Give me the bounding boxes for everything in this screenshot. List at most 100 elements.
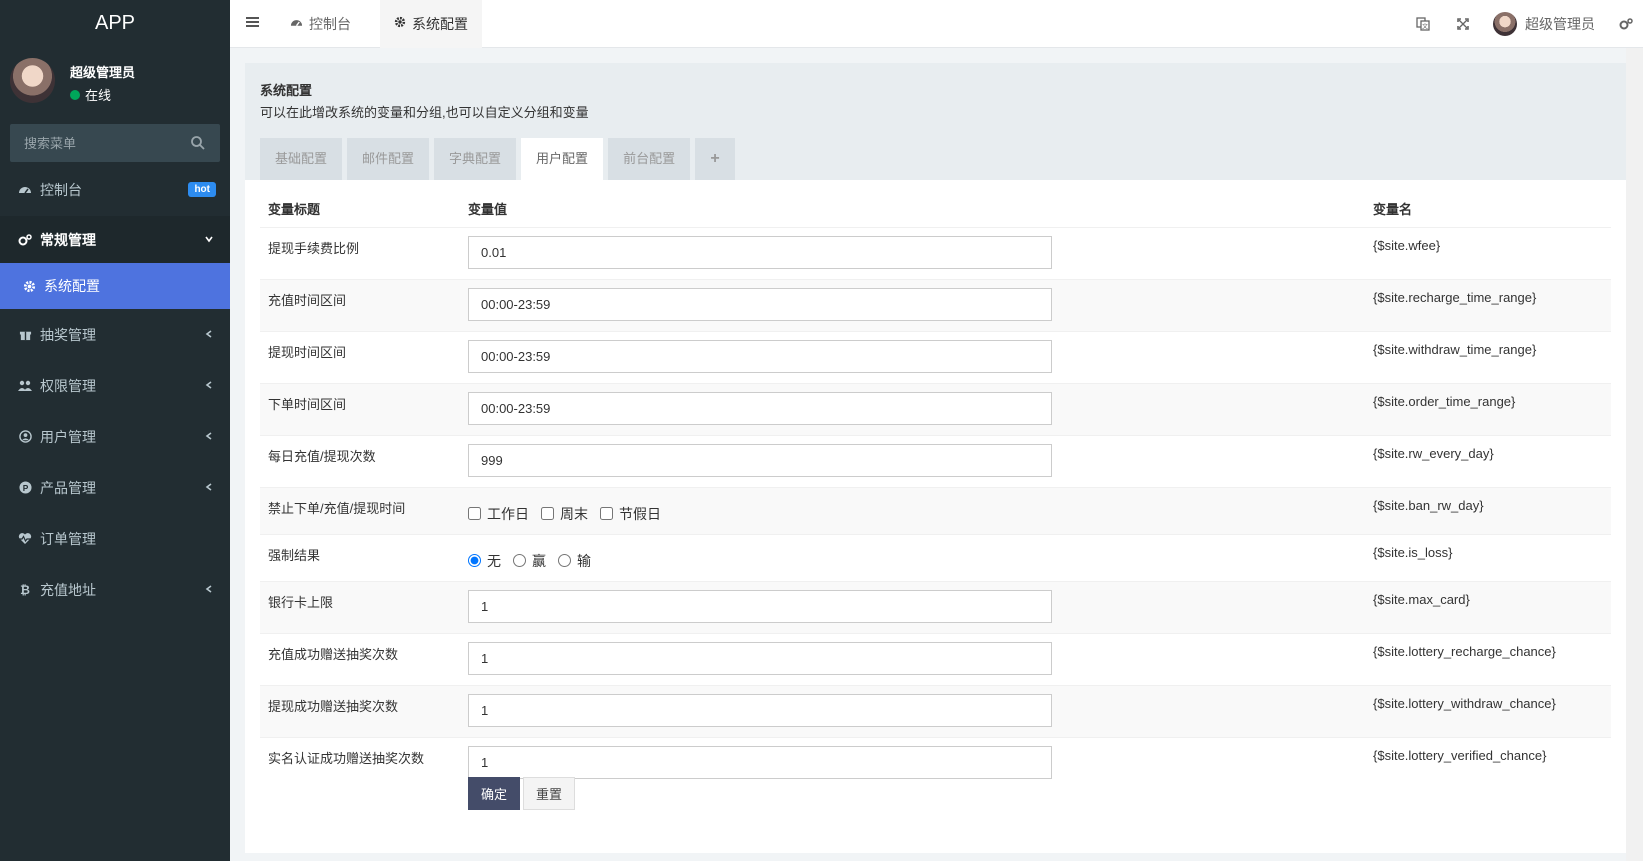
sidebar: APP 超级管理员 在线 控制台 hot 常规管理 (0, 0, 230, 861)
submit-button[interactable]: 确定 (468, 777, 521, 810)
user-panel: 超级管理员 在线 (0, 48, 230, 118)
sidebar-item-recharge-address[interactable]: ₿ 充值地址 (0, 564, 230, 615)
tab-system-config[interactable]: 系统配置 (380, 0, 482, 48)
cogs-icon[interactable] (1609, 0, 1643, 48)
topbar-user-menu[interactable]: 超级管理员 (1483, 12, 1609, 36)
sidebar-item-label: 产品管理 (40, 479, 96, 496)
sidebar-item-label: 系统配置 (44, 278, 100, 294)
table-row: 禁止下单/充值/提现时间 工作日 周末 节假日 {$site.ban_rw_da… (260, 486, 1611, 534)
option-weekend[interactable]: 周末 (541, 504, 588, 524)
bitcoin-icon: ₿ (18, 583, 32, 597)
workday-checkbox[interactable] (468, 507, 481, 520)
add-group-button[interactable]: + (695, 138, 736, 180)
heartbeat-icon (18, 532, 32, 546)
option-workday[interactable]: 工作日 (468, 504, 529, 524)
tab-dashboard[interactable]: 控制台 (276, 0, 365, 48)
chevron-left-icon (204, 328, 214, 342)
table-row: 充值成功赠送抽奖次数 {$site.lottery_recharge_chanc… (260, 632, 1611, 685)
top-navbar: 控制台 系统配置 文 超级管理员 (230, 0, 1643, 48)
svg-text:₿: ₿ (20, 583, 30, 596)
tab-mail-config[interactable]: 邮件配置 (347, 138, 430, 180)
row-title: 强制结果 (260, 533, 460, 581)
product-p-icon: P (18, 481, 32, 495)
user-status-label: 在线 (85, 88, 112, 103)
chevron-left-icon (204, 583, 214, 597)
sidebar-item-label: 权限管理 (40, 377, 96, 394)
row-value (460, 226, 1365, 279)
row-var-name: {$site.lottery_recharge_chance} (1365, 632, 1611, 685)
config-table: 变量标题 变量值 变量名 提现手续费比例 {$site.wfee} 充值时间区间… (260, 191, 1611, 789)
table-row: 每日充值/提现次数 {$site.rw_every_day} (260, 434, 1611, 487)
sidebar-item-products[interactable]: P 产品管理 (0, 462, 230, 513)
option-none[interactable]: 无 (468, 551, 501, 571)
row-title: 充值成功赠送抽奖次数 (260, 632, 460, 685)
row-value: 工作日 周末 节假日 (460, 486, 1365, 534)
recharge-time-range-input[interactable] (468, 287, 1052, 321)
lose-radio[interactable] (558, 554, 571, 567)
rw-every-day-input[interactable] (468, 443, 1052, 477)
chevron-left-icon (204, 430, 214, 444)
chevron-down-icon (204, 233, 214, 247)
table-row: 提现手续费比例 {$site.wfee} (260, 226, 1611, 279)
table-row: 银行卡上限 {$site.max_card} (260, 580, 1611, 633)
tab-frontend-config[interactable]: 前台配置 (608, 138, 691, 180)
tab-label: 控制台 (309, 16, 351, 32)
win-radio[interactable] (513, 554, 526, 567)
sidebar-item-dashboard[interactable]: 控制台 hot (0, 174, 230, 206)
holiday-checkbox[interactable] (600, 507, 613, 520)
dashboard-icon (290, 0, 303, 48)
search-icon[interactable] (190, 135, 206, 151)
gear-icon (22, 279, 36, 293)
row-var-name: {$site.wfee} (1365, 226, 1611, 279)
weekend-checkbox[interactable] (541, 507, 554, 520)
row-value (460, 684, 1365, 737)
force-result-options: 无 赢 输 (468, 551, 1357, 571)
panel-description: 可以在此增改系统的变量和分组,也可以自定义分组和变量 (260, 105, 589, 120)
menu-search (10, 124, 220, 162)
row-value (460, 330, 1365, 383)
option-lose[interactable]: 输 (558, 551, 591, 571)
sidebar-item-label: 充值地址 (40, 581, 96, 598)
table-row: 强制结果 无 赢 输 {$site.is_loss} (260, 533, 1611, 581)
none-radio[interactable] (468, 554, 481, 567)
row-title: 每日充值/提现次数 (260, 434, 460, 487)
cogs-icon (18, 233, 32, 247)
option-win[interactable]: 赢 (513, 551, 546, 571)
sidebar-item-general[interactable]: 常规管理 (0, 216, 230, 263)
tab-basic-config[interactable]: 基础配置 (260, 138, 343, 180)
sidebar-item-users[interactable]: 用户管理 (0, 411, 230, 462)
sidebar-item-label: 常规管理 (40, 231, 96, 248)
column-header-value: 变量值 (468, 202, 508, 218)
sidebar-item-label: 订单管理 (40, 530, 96, 547)
withdraw-time-range-input[interactable] (468, 339, 1052, 373)
lottery-verified-chance-input[interactable] (468, 745, 1052, 779)
table-row: 实名认证成功赠送抽奖次数 {$site.lottery_verified_cha… (260, 736, 1611, 789)
sidebar-item-lottery[interactable]: 抽奖管理 (0, 309, 230, 360)
sidebar-item-permissions[interactable]: 权限管理 (0, 360, 230, 411)
lottery-withdraw-chance-input[interactable] (468, 693, 1052, 727)
user-circle-icon (18, 430, 32, 444)
form-actions: 确定 重置 (468, 777, 578, 810)
tab-dictionary-config[interactable]: 字典配置 (434, 138, 517, 180)
reset-button[interactable]: 重置 (523, 777, 576, 810)
max-card-input[interactable] (468, 589, 1052, 623)
row-title: 提现时间区间 (260, 330, 460, 383)
row-title: 实名认证成功赠送抽奖次数 (260, 736, 460, 789)
app-brand[interactable]: APP (0, 0, 230, 48)
topbar-user-name: 超级管理员 (1525, 16, 1595, 32)
fullscreen-icon[interactable] (1443, 0, 1483, 48)
order-time-range-input[interactable] (468, 391, 1052, 425)
sidebar-item-system-config[interactable]: 系统配置 (0, 263, 230, 309)
row-var-name: {$site.ban_rw_day} (1365, 486, 1611, 534)
hamburger-menu-icon[interactable] (246, 15, 260, 29)
wfee-input[interactable] (468, 235, 1052, 269)
menu-search-input[interactable] (10, 124, 220, 162)
translate-icon[interactable]: 文 (1403, 0, 1443, 48)
lottery-recharge-chance-input[interactable] (468, 641, 1052, 675)
tab-user-config[interactable]: 用户配置 (521, 138, 604, 180)
option-holiday[interactable]: 节假日 (600, 504, 661, 524)
row-value (460, 382, 1365, 435)
page-scrollbar[interactable] (1626, 48, 1643, 861)
group-icon (18, 379, 32, 393)
sidebar-item-orders[interactable]: 订单管理 (0, 513, 230, 564)
